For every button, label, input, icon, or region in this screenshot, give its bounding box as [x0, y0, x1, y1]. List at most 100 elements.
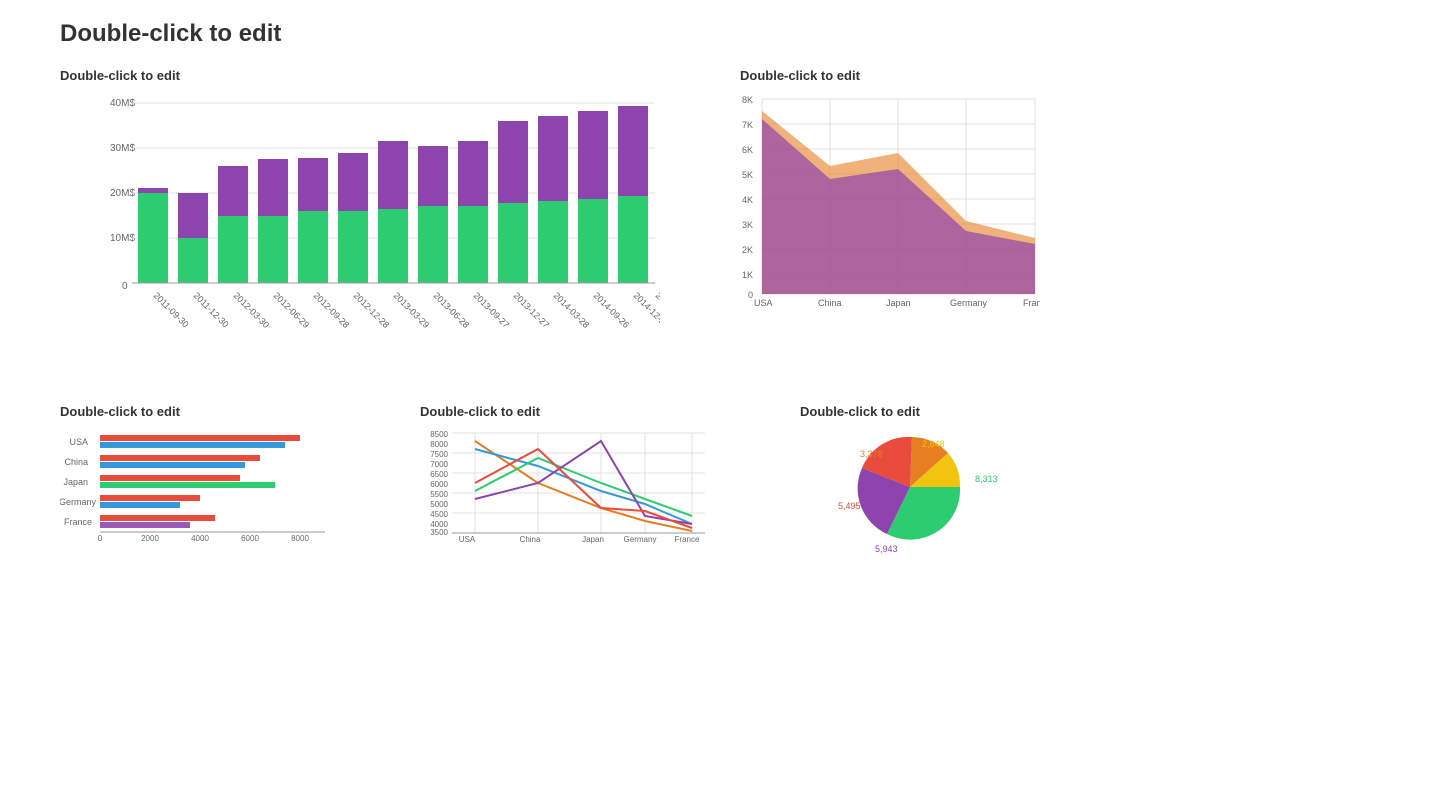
y-label-10m: 10M$ [110, 233, 135, 244]
hbar-japan-2 [100, 482, 275, 488]
area-y-2k: 2K [742, 245, 753, 255]
top-charts-row: Double-click to edit 40M$ 30M$ 20M$ 10M$… [60, 68, 1380, 374]
x-label-8: 2013-06-28 [432, 290, 472, 330]
pie-label-8313: 8,313 [975, 474, 998, 484]
area-y-6k: 6K [742, 145, 753, 155]
pie-label-2648: 2,648 [922, 439, 945, 449]
bar-purple-8 [418, 146, 448, 206]
hbar-x-0: 0 [98, 534, 103, 543]
bar-chart-title: Double-click to edit [60, 68, 660, 83]
bar-purple-6 [338, 153, 368, 211]
hbar-chart-title: Double-click to edit [60, 404, 340, 419]
area-y-4k: 4K [742, 195, 753, 205]
pie-label-5495: 5,495 [838, 501, 861, 511]
line-y-6500: 6500 [430, 470, 448, 479]
area-x-japan: Japan [886, 298, 911, 308]
bar-purple-3 [218, 166, 248, 216]
area-chart: 8K 7K 6K 5K 4K 3K 2K 1K 0 [740, 91, 1040, 311]
line-y-4500: 4500 [430, 510, 448, 519]
area-y-5k: 5K [742, 170, 753, 180]
bar-purple-2 [178, 193, 208, 238]
main-title: Double-click to edit [60, 20, 1380, 48]
x-label-10: 2013-12-27 [512, 290, 552, 330]
line-y-8500: 8500 [430, 430, 448, 439]
line-y-5500: 5500 [430, 490, 448, 499]
y-label-40m: 40M$ [110, 98, 135, 109]
line-x-france: France [675, 535, 700, 544]
bar-green-8 [418, 206, 448, 283]
x-label-7: 2013-03-29 [392, 290, 432, 330]
line-x-usa: USA [459, 535, 476, 544]
bar-green-13 [618, 196, 648, 283]
pie-label-3378: 3,378 [860, 449, 883, 459]
hbar-china-1 [100, 455, 260, 461]
bar-green-1 [138, 193, 168, 283]
line-x-china: China [520, 535, 541, 544]
area-x-usa: USA [754, 298, 773, 308]
y-label-0: 0 [122, 281, 128, 292]
area-y-1k: 1K [742, 270, 753, 280]
bar-green-5 [298, 211, 328, 283]
area-chart-title: Double-click to edit [740, 68, 1040, 83]
bar-purple-10 [498, 121, 528, 203]
bar-purple-13 [618, 106, 648, 196]
bar-green-4 [258, 216, 288, 283]
hbar-japan: Japan [63, 477, 88, 487]
bar-green-7 [378, 209, 408, 283]
x-label-3: 2012-03-30 [232, 290, 272, 330]
bar-purple-5 [298, 158, 328, 211]
bar-green-11 [538, 201, 568, 283]
pie-label-5943: 5,943 [875, 544, 898, 554]
bar-green-6 [338, 211, 368, 283]
hbar-x-8000: 8000 [291, 534, 309, 543]
area-y-8k: 8K [742, 95, 753, 105]
pie-chart-container: Double-click to edit 8,313 5,943 [800, 404, 1020, 560]
line-y-7500: 7500 [430, 450, 448, 459]
bar-green-12 [578, 199, 608, 283]
hbar-germany-1 [100, 495, 200, 501]
bar-green-10 [498, 203, 528, 283]
area-y-3k: 3K [742, 220, 753, 230]
hbar-x-4000: 4000 [191, 534, 209, 543]
line-x-japan: Japan [582, 535, 604, 544]
x-label-6: 2012-12-28 [352, 290, 392, 330]
line-y-8000: 8000 [430, 440, 448, 449]
line-y-6000: 6000 [430, 480, 448, 489]
hbar-usa-1 [100, 435, 300, 441]
x-label-9: 2013-09-27 [472, 290, 512, 330]
x-label-11: 2014-03-28 [552, 290, 592, 330]
line-green [475, 458, 692, 516]
hbar-japan-1 [100, 475, 240, 481]
hbar-germany-2 [100, 502, 180, 508]
hbar-x-2000: 2000 [141, 534, 159, 543]
hbar-france-2 [100, 522, 190, 528]
line-chart: 8500 8000 7500 7000 6500 6000 5500 5000 … [420, 427, 710, 547]
x-label-5: 2012-09-28 [312, 290, 352, 330]
area-x-france: France [1023, 298, 1040, 308]
pie-chart: 8,313 5,943 5,495 3,378 2,648 [800, 427, 1020, 557]
area-y-0: 0 [748, 290, 753, 300]
bottom-charts-row: Double-click to edit USA China Japan Ger… [60, 404, 1380, 560]
bar-purple-11 [538, 116, 568, 201]
y-label-20m: 20M$ [110, 188, 135, 199]
hbar-chart-container: Double-click to edit USA China Japan Ger… [60, 404, 340, 550]
hbar-chart: USA China Japan Germany France [60, 427, 330, 547]
line-chart-container: Double-click to edit 8500 8000 7500 7000… [420, 404, 720, 550]
bar-purple-9 [458, 141, 488, 206]
hbar-france: France [64, 517, 92, 527]
x-label-4: 2012-06-29 [272, 290, 312, 330]
line-red [475, 449, 692, 528]
hbar-germany: Germany [60, 497, 96, 507]
bar-purple-7 [378, 141, 408, 209]
hbar-x-6000: 6000 [241, 534, 259, 543]
line-y-7000: 7000 [430, 460, 448, 469]
bar-purple-4 [258, 159, 288, 216]
hbar-france-1 [100, 515, 215, 521]
page: Double-click to edit Double-click to edi… [0, 0, 1440, 610]
area-x-germany: Germany [950, 298, 988, 308]
bar-green-3 [218, 216, 248, 283]
pie-chart-title: Double-click to edit [800, 404, 1020, 419]
x-label-12: 2014-09-26 [592, 290, 632, 330]
line-chart-title: Double-click to edit [420, 404, 720, 419]
bar-green-2 [178, 238, 208, 283]
